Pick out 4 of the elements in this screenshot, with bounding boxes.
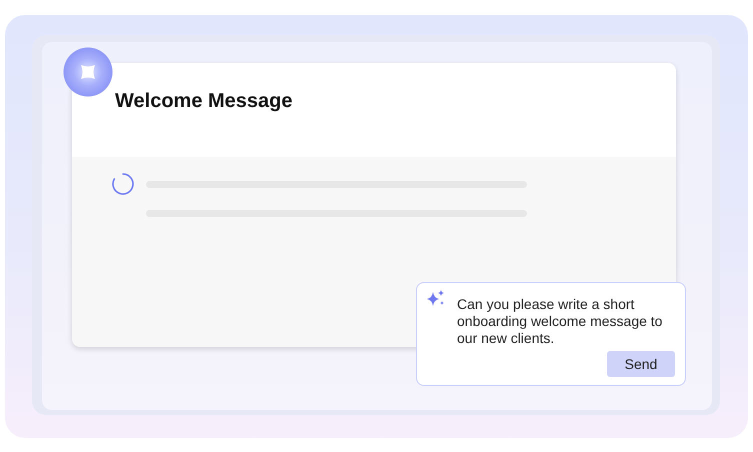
- send-button[interactable]: Send: [607, 351, 675, 377]
- sparkle-icon: [426, 290, 446, 308]
- prompt-text: Can you please write a short onboarding welcome message to our new clients.: [457, 296, 664, 347]
- card-title: Welcome Message: [115, 90, 292, 113]
